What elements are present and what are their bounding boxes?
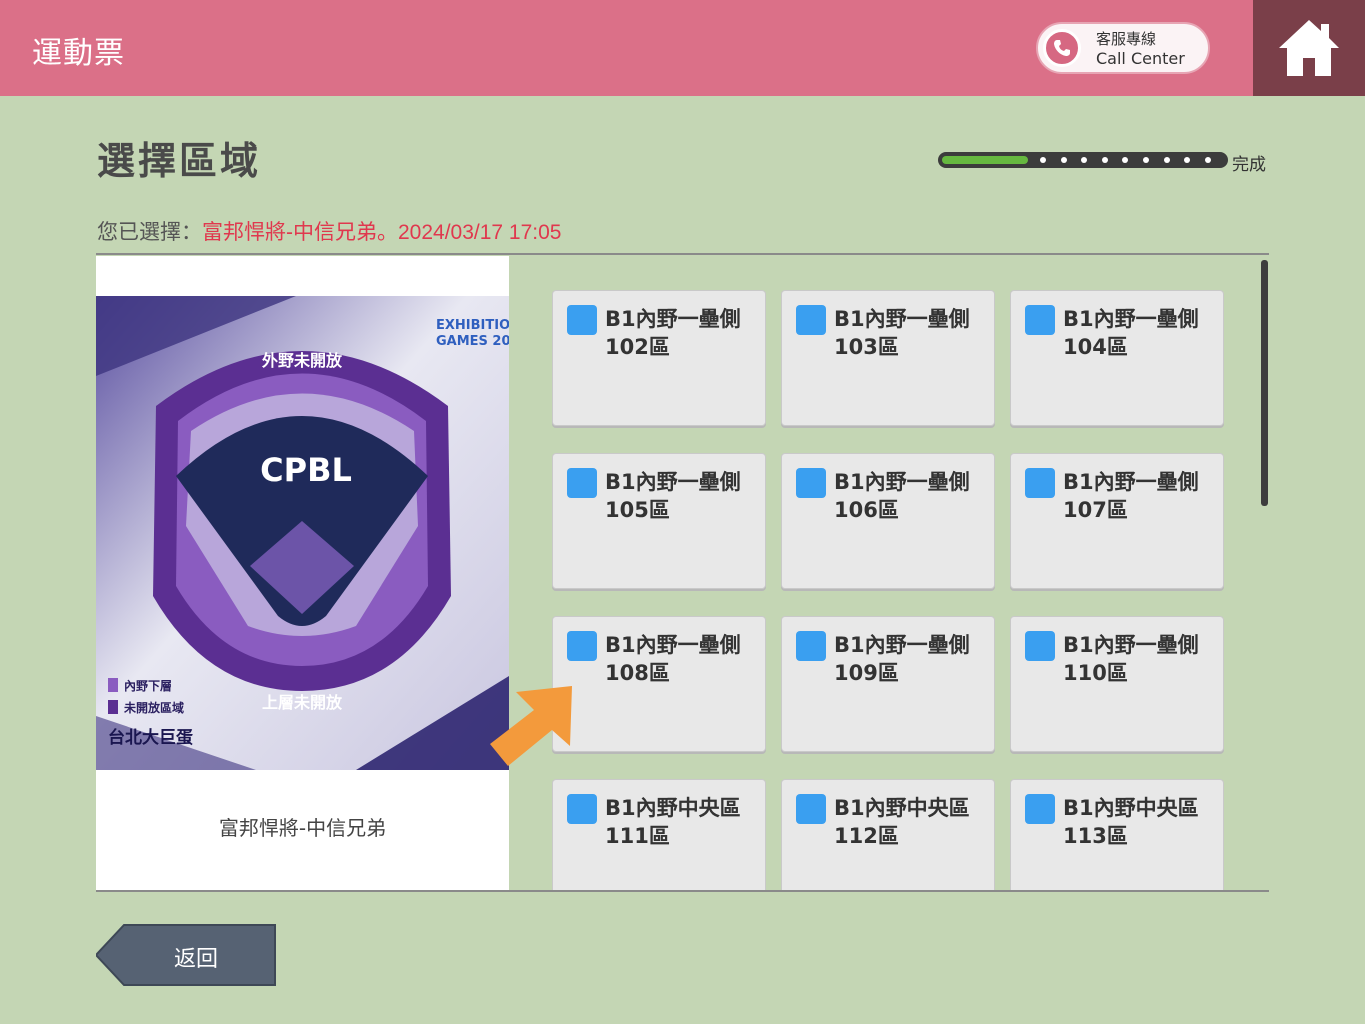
section-number-label: 103區 [834,335,899,359]
section-tile[interactable]: B1內野一壘側 109區 [781,616,995,752]
section-tile[interactable]: B1內野一壘側 108區 [552,616,766,752]
seat-map-panel: 外野未開放 上層未開放 CPBL 內野下層 未開放區域 台北大巨蛋 EXHIBI… [96,256,509,890]
call-center-label-zh: 客服專線 [1096,30,1157,48]
section-tile[interactable]: B1內野中央區 113區 [1010,779,1224,890]
section-tile[interactable]: B1內野一壘側 103區 [781,290,995,426]
section-color-icon [1025,794,1055,824]
venue-name: 台北大巨蛋 [108,727,193,748]
section-color-icon [567,631,597,661]
progress-fill [942,156,1028,164]
section-color-icon [567,794,597,824]
section-area-label: B1內野一壘側 [605,470,741,494]
selection-value: 富邦悍將-中信兄弟。2024/03/17 17:05 [202,221,562,244]
map-upper-label: 上層未開放 [262,693,343,712]
section-tile[interactable]: B1內野一壘側 105區 [552,453,766,589]
back-button[interactable]: 返回 [96,923,277,987]
section-area-label: B1內野中央區 [834,796,970,820]
home-icon [1279,20,1339,76]
section-tile[interactable]: B1內野中央區 111區 [552,779,766,890]
section-color-icon [567,468,597,498]
section-number-label: 107區 [1063,498,1128,522]
section-area-label: B1內野一壘側 [1063,633,1199,657]
section-tile[interactable]: B1內野一壘側 110區 [1010,616,1224,752]
section-area-label: B1內野一壘側 [1063,470,1199,494]
selection-prefix: 您已選擇： [97,221,202,244]
section-area-label: B1內野中央區 [605,796,741,820]
section-area-label: B1內野一壘側 [834,307,970,331]
section-color-icon [796,468,826,498]
section-area-label: B1內野一壘側 [834,470,970,494]
legend-inner-seats: 內野下層 [124,678,172,693]
section-color-icon [567,305,597,335]
section-color-icon [1025,631,1055,661]
home-button[interactable] [1253,0,1365,96]
section-number-label: 111區 [605,824,670,848]
cpbl-logo: CPBL [260,451,352,489]
section-number-label: 109區 [834,661,899,685]
exhibition-text-2: GAMES 2024 [436,334,509,349]
section-number-label: 110區 [1063,661,1128,685]
page-title: 選擇區域 [97,139,262,183]
section-area-label: B1內野一壘側 [834,633,970,657]
map-outfield-label: 外野未開放 [261,351,343,370]
call-center-button[interactable]: 客服專線 Call Center [1036,22,1210,74]
pointer-arrow-icon [490,686,572,766]
section-tile[interactable]: B1內野中央區 112區 [781,779,995,890]
progress-label: 完成 [1232,155,1266,175]
section-tile[interactable]: B1內野一壘側 104區 [1010,290,1224,426]
progress-bar [938,152,1228,168]
section-color-icon [1025,305,1055,335]
divider-top [96,253,1269,255]
exhibition-text-1: EXHIBITION [436,318,509,333]
section-number-label: 113區 [1063,824,1128,848]
section-number-label: 106區 [834,498,899,522]
back-button-label: 返回 [173,947,218,972]
section-area-label: B1內野一壘側 [605,307,741,331]
section-number-label: 112區 [834,824,899,848]
selection-summary: 您已選擇：富邦悍將-中信兄弟。2024/03/17 17:05 [97,216,561,246]
section-color-icon [796,631,826,661]
app-title: 運動票 [32,36,125,71]
top-bar: 運動票 客服專線 Call Center [0,0,1365,96]
legend-closed-seats: 未開放區域 [123,700,184,715]
section-tile[interactable]: B1內野一壘側 107區 [1010,453,1224,589]
section-tile[interactable]: B1內野一壘側 102區 [552,290,766,426]
section-number-label: 105區 [605,498,670,522]
phone-icon [1043,29,1081,67]
section-tile[interactable]: B1內野一壘側 106區 [781,453,995,589]
section-number-label: 108區 [605,661,670,685]
section-area-label: B1內野中央區 [1063,796,1199,820]
section-number-label: 102區 [605,335,670,359]
map-caption: 富邦悍將-中信兄弟 [218,816,387,840]
section-area-label: B1內野一壘側 [1063,307,1199,331]
section-color-icon [1025,468,1055,498]
scrollbar[interactable] [1261,260,1268,506]
progress-steps [1040,157,1225,176]
section-number-label: 104區 [1063,335,1128,359]
stadium-seat-map: 外野未開放 上層未開放 CPBL 內野下層 未開放區域 台北大巨蛋 EXHIBI… [96,296,509,770]
section-color-icon [796,794,826,824]
section-color-icon [796,305,826,335]
section-area-label: B1內野一壘側 [605,633,741,657]
call-center-label-en: Call Center [1096,49,1185,68]
divider-bottom [96,890,1269,892]
section-grid: B1內野一壘側 102區 B1內野一壘側 103區 B1內野一壘側 104區 B1內野一壘側… [552,290,1232,890]
